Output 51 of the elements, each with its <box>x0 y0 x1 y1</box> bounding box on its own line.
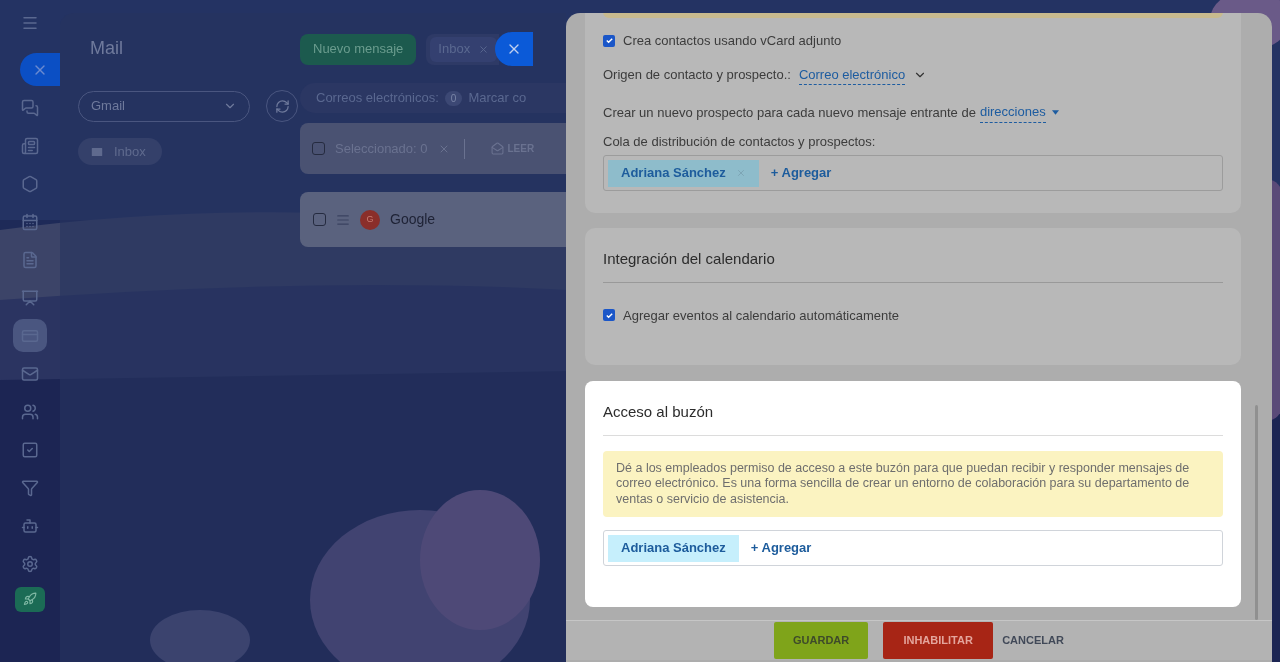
address-dropdown[interactable]: direcciones <box>979 102 1059 123</box>
new-message-button[interactable]: Nuevo mensaje <box>300 33 417 65</box>
avatar: G <box>360 209 380 230</box>
checkbox[interactable] <box>312 142 325 155</box>
field-label: Crear un nuevo prospecto para cada nuevo mensaje entrante de <box>603 103 976 122</box>
user-chip[interactable]: Adriana Sánchez <box>608 534 739 562</box>
presentation-icon <box>21 288 39 307</box>
field-label: Origen de contacto y prospecto.: <box>603 66 791 84</box>
open-envelope-icon <box>490 142 504 155</box>
newspaper-icon <box>21 136 39 155</box>
calendar-icon <box>21 212 39 231</box>
field-label: Cola de distribución de contactos y prospectos: <box>603 132 877 151</box>
add-link[interactable]: + Agregar <box>750 538 812 558</box>
people-icon <box>21 402 39 421</box>
drag-icon[interactable] <box>336 212 350 227</box>
document-icon <box>21 250 39 269</box>
message-row[interactable]: G Google <box>300 192 566 247</box>
task-icon <box>21 441 39 459</box>
cancel-button[interactable]: CANCELAR <box>1002 632 1064 649</box>
checkbox-label: Crea contactos usando vCard adjunto <box>623 32 842 50</box>
save-button[interactable]: GUARDAR <box>774 622 869 659</box>
user-selector-field[interactable]: Adriana Sánchez + Agregar <box>603 155 1223 191</box>
page-title: Mail <box>90 37 124 60</box>
robot-icon <box>21 517 39 536</box>
close-icon[interactable] <box>478 43 490 55</box>
checkbox[interactable] <box>603 34 615 47</box>
refresh-icon <box>274 98 290 114</box>
sender-name: Google <box>390 210 436 229</box>
close-button[interactable] <box>20 53 60 87</box>
sidebar-item[interactable] <box>13 319 47 353</box>
rocket-button[interactable] <box>15 586 45 612</box>
close-button[interactable] <box>495 32 534 66</box>
info-notice: Dé a los empleados permiso de acceso a este buzón para que puedan recibir y responder mensajes de correo electrónico. Es una forma sencilla de crear un entorno de colaboración para su departamento de ventas o servicio de asistencia. <box>603 450 1223 517</box>
funnel-icon <box>21 479 39 498</box>
menu-icon[interactable] <box>21 14 39 32</box>
add-link[interactable]: + Agregar <box>770 163 832 183</box>
user-chip[interactable]: Adriana Sánchez <box>608 159 759 187</box>
chat-icon <box>21 98 39 117</box>
section-title: Acceso al buzón <box>603 401 1223 436</box>
disable-button[interactable]: INHABILITAR <box>883 622 994 659</box>
section-title: Integración del calendario <box>603 248 1223 283</box>
user-selector-field[interactable]: Adriana Sánchez + Agregar <box>603 530 1223 566</box>
envelope-icon <box>21 364 39 383</box>
checkbox-label: Agregar eventos al calendario automáticamente <box>623 306 900 325</box>
caret-icon <box>1051 109 1059 115</box>
rocket-icon <box>23 592 37 607</box>
checkbox[interactable] <box>313 213 326 226</box>
hexagon-icon <box>21 174 39 193</box>
settings-icon <box>21 555 39 574</box>
checkbox[interactable] <box>603 309 615 322</box>
source-dropdown[interactable]: Correo electrónico <box>798 64 928 85</box>
